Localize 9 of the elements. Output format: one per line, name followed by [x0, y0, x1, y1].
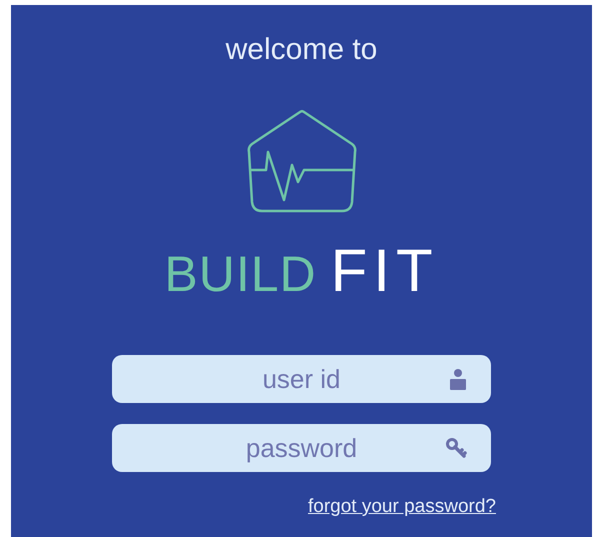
- user-id-field[interactable]: user id: [112, 355, 491, 403]
- key-icon: [445, 437, 467, 459]
- forgot-password-link[interactable]: forgot your password?: [308, 496, 496, 518]
- person-icon: [449, 368, 467, 390]
- password-field[interactable]: password: [112, 424, 491, 472]
- house-heartbeat-logo-icon: [246, 110, 358, 214]
- logo-text: BUILD: [164, 245, 317, 304]
- welcome-text: welcome to: [226, 33, 378, 67]
- logo-text: FIT: [330, 240, 439, 302]
